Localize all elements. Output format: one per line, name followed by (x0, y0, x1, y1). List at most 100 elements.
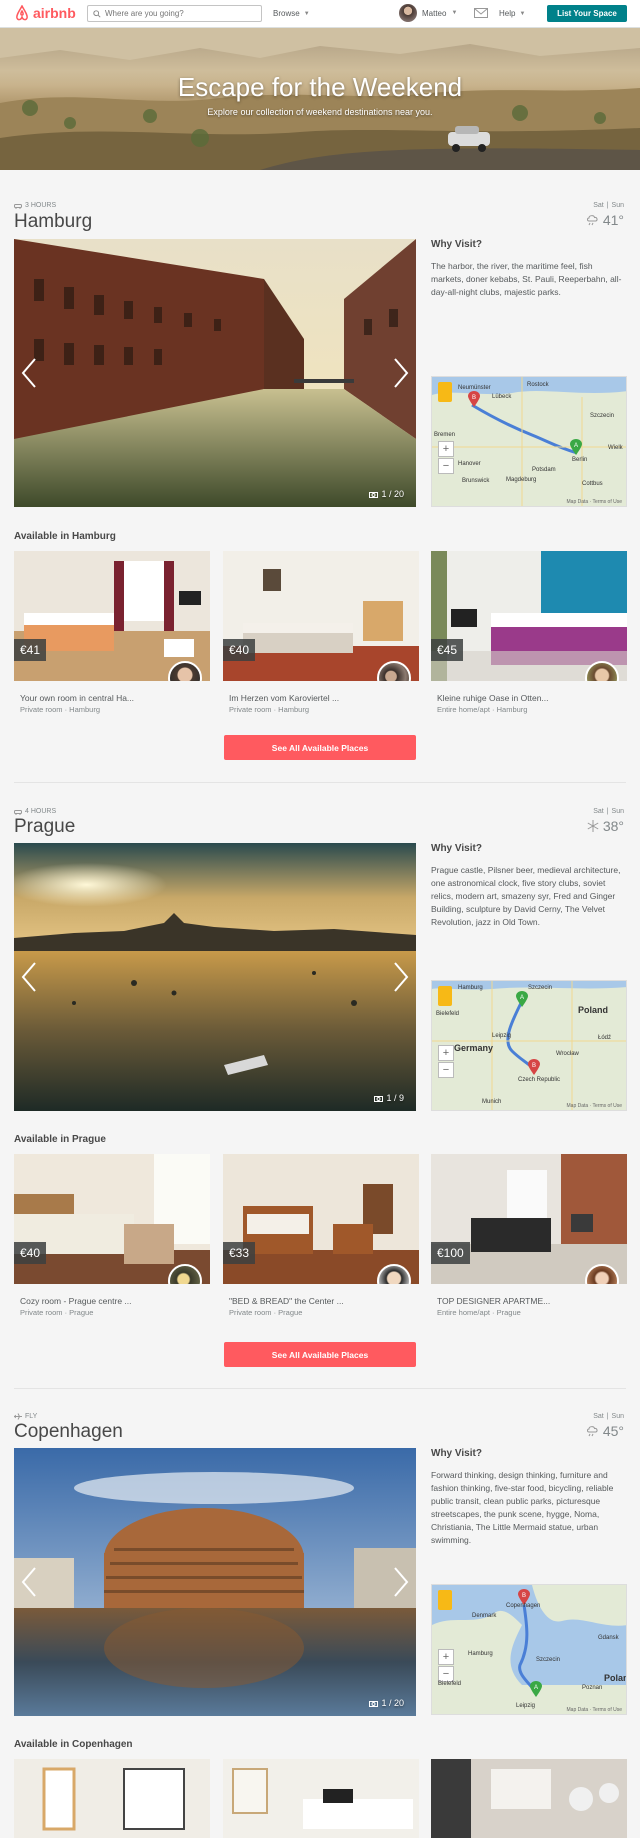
street-view-pegman-icon[interactable] (438, 1590, 452, 1610)
list-your-space-button[interactable]: List Your Space (547, 5, 627, 22)
listing-title[interactable]: Im Herzen vom Karoviertel ... (229, 693, 369, 703)
price-badge: €45 (431, 639, 464, 661)
carousel-prev-arrow-icon[interactable] (20, 357, 38, 389)
temperature-value: 45° (602, 1423, 624, 1439)
weather-days[interactable]: Sat | Sun (593, 808, 624, 815)
destination-map[interactable]: B A + − Copenhagen Denmark Gdansk Hambur… (431, 1584, 627, 1715)
destination-map[interactable]: A B + − Hamburg Szczecin Poland Bielefel… (431, 980, 627, 1111)
listing-photo[interactable] (14, 1759, 210, 1838)
listing-photo[interactable]: €45 (431, 551, 627, 681)
listing-card[interactable] (431, 1759, 627, 1838)
map-marker-a-icon[interactable]: A (570, 439, 582, 455)
listing-photo[interactable]: €40 (14, 1154, 210, 1284)
listing-title[interactable]: "BED & BREAD" the Center ... (229, 1296, 369, 1306)
map-marker-b-icon[interactable]: B (528, 1059, 540, 1075)
map-zoom-out-button[interactable]: − (438, 1062, 454, 1078)
listing-subtitle: Entire home/apt · Prague (437, 1308, 521, 1317)
see-all-places-button[interactable]: See All Available Places (224, 1342, 416, 1367)
listing-photo[interactable]: €100 (431, 1154, 627, 1284)
user-menu[interactable]: Matteo ▼ (399, 4, 457, 22)
map-label: Hamburg (458, 985, 483, 991)
map-label: Brunswick (462, 478, 490, 484)
map-label: Czech Republic (518, 1077, 561, 1083)
destination-map[interactable]: B A + − Neumünster Rostock Lübeck Bremen… (431, 376, 627, 507)
weather-days[interactable]: Sat | Sun (593, 1413, 624, 1420)
browse-menu[interactable]: Browse ▼ (273, 9, 310, 18)
photo-counter: 1 / 20 (369, 1698, 404, 1708)
listing-card[interactable]: €40 Im Herzen vom Karoviertel ... Privat… (223, 551, 419, 714)
listing-title[interactable]: Your own room in central Ha... (20, 693, 160, 703)
listing-card[interactable] (223, 1759, 419, 1838)
weather-day-sat[interactable]: Sat (593, 1413, 604, 1420)
map-label: Łódź (598, 1035, 612, 1041)
map-label: Wrocław (556, 1051, 579, 1057)
map-label: Neumünster (458, 385, 491, 391)
search-box[interactable] (87, 5, 262, 22)
see-all-places-button[interactable]: See All Available Places (224, 735, 416, 760)
map-zoom-out-button[interactable]: − (438, 1666, 454, 1682)
listing-title[interactable]: Cozy room - Prague centre ... (20, 1296, 160, 1306)
map-label: Rostock (527, 382, 549, 388)
listing-photo[interactable]: €41 (14, 551, 210, 681)
map-label: Copenhagen (506, 1603, 541, 1609)
listing-photo[interactable]: €40 (223, 551, 419, 681)
map-marker-a-icon[interactable]: A (530, 1681, 542, 1697)
map-label: Szczecin (536, 1657, 561, 1663)
weather-day-sun[interactable]: Sun (612, 1413, 624, 1420)
destination-photo-carousel[interactable]: 1 / 9 (14, 843, 416, 1111)
carousel-prev-arrow-icon[interactable] (20, 961, 38, 993)
listing-card[interactable]: €41 Your own room in central Ha... Priva… (14, 551, 210, 714)
map-label: Hanover (458, 461, 481, 467)
carousel-prev-arrow-icon[interactable] (20, 1566, 38, 1598)
carousel-next-arrow-icon[interactable] (392, 961, 410, 993)
listing-title[interactable]: TOP DESIGNER APARTME... (437, 1296, 577, 1306)
listing-card[interactable]: €40 Cozy room - Prague centre ... Privat… (14, 1154, 210, 1317)
weather-days[interactable]: Sat | Sun (593, 202, 624, 209)
map-zoom-in-button[interactable]: + (438, 1045, 454, 1061)
envelope-icon[interactable] (474, 8, 488, 18)
listing-photo[interactable] (431, 1759, 627, 1838)
city-title: Hamburg (14, 211, 93, 232)
svg-text:A: A (520, 995, 524, 1001)
listing-card[interactable] (14, 1759, 210, 1838)
camera-icon (374, 1095, 384, 1102)
map-label: Poland (578, 1005, 609, 1015)
weather-day-sun[interactable]: Sun (612, 808, 624, 815)
carousel-next-arrow-icon[interactable] (392, 1566, 410, 1598)
map-label: Leipzig (516, 1703, 536, 1709)
map-label: Poznan (582, 1685, 603, 1691)
map-zoom-out-button[interactable]: − (438, 458, 454, 474)
destination-photo-carousel[interactable]: 1 / 20 (14, 1448, 416, 1716)
destination-hamburg: 3 HOURS Hamburg Sat | Sun 41° 1 / 20 Why… (0, 170, 640, 790)
listing-photo[interactable]: €33 (223, 1154, 419, 1284)
weather-day-sat[interactable]: Sat (593, 202, 604, 209)
airbnb-logo[interactable]: airbnb (14, 5, 76, 21)
listing-card[interactable]: €33 "BED & BREAD" the Center ... Private… (223, 1154, 419, 1317)
temperature-value: 41° (602, 212, 624, 228)
map-label: Bielefeld (436, 1011, 460, 1017)
top-navigation: airbnb Browse ▼ Matteo ▼ Help ▼ List You… (0, 0, 640, 28)
help-menu[interactable]: Help ▼ (499, 9, 525, 18)
photo-counter-label: 1 / 20 (381, 489, 404, 499)
listing-card[interactable]: €100 TOP DESIGNER APARTME... Entire home… (431, 1154, 627, 1317)
map-label: Cottbus (582, 481, 603, 487)
weather-day-sat[interactable]: Sat (593, 808, 604, 815)
svg-text:B: B (472, 395, 476, 401)
map-marker-a-icon[interactable]: A (516, 991, 528, 1007)
listing-title[interactable]: Kleine ruhige Oase in Otten... (437, 693, 577, 703)
carousel-next-arrow-icon[interactable] (392, 357, 410, 389)
travel-time-label: FLY (25, 1413, 38, 1420)
listing-card[interactable]: €45 Kleine ruhige Oase in Otten... Entir… (431, 551, 627, 714)
map-zoom-in-button[interactable]: + (438, 1649, 454, 1665)
destination-photo-carousel[interactable]: 1 / 20 (14, 239, 416, 507)
price-badge: €40 (14, 1242, 47, 1264)
weather-day-sun[interactable]: Sun (612, 202, 624, 209)
listing-photo[interactable] (223, 1759, 419, 1838)
map-zoom-in-button[interactable]: + (438, 441, 454, 457)
search-input[interactable] (105, 9, 255, 18)
map-label: Potsdam (532, 467, 556, 473)
street-view-pegman-icon[interactable] (438, 986, 452, 1006)
street-view-pegman-icon[interactable] (438, 382, 452, 402)
map-marker-b-icon[interactable]: B (468, 391, 480, 407)
city-title: Copenhagen (14, 1421, 123, 1442)
